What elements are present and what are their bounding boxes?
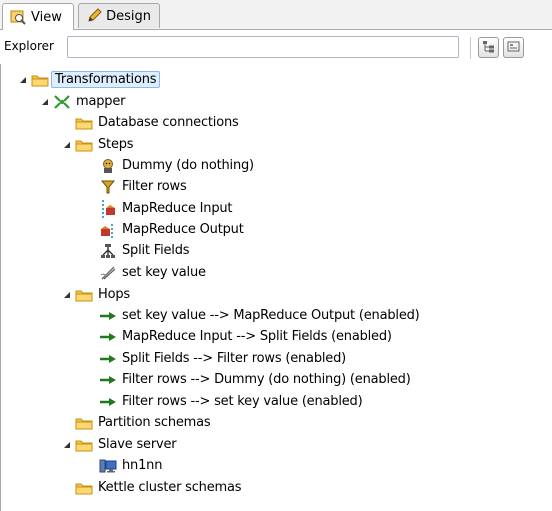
collapse-arrow-icon[interactable] [62, 440, 71, 449]
tree-node-label: mapper [76, 94, 126, 109]
step-item-label: Split Fields [122, 243, 190, 258]
tree-node-steps[interactable]: Steps [74, 134, 134, 155]
tree-node-partition-schemas[interactable]: Partition schemas [74, 412, 211, 433]
hop-arrow-icon [98, 393, 118, 411]
folder-icon [74, 479, 94, 497]
folder-icon [74, 114, 94, 132]
hop-item[interactable]: Split Fields --> Filter rows (enabled) [98, 348, 346, 369]
step-item-dummy[interactable]: Dummy (do nothing) [98, 155, 254, 176]
slave-server-item-label: hn1nn [122, 458, 163, 473]
slave-server-item-hn1nn[interactable]: hn1nn [98, 455, 162, 476]
explorer-tree: Transformations mapper Database connecti… [0, 64, 552, 511]
tab-view-label: View [31, 9, 62, 25]
folder-icon [30, 71, 50, 89]
hop-arrow-icon [98, 328, 118, 346]
tree-node-hops[interactable]: Hops [74, 284, 130, 305]
hop-item-label: Split Fields --> Filter rows (enabled) [122, 351, 347, 366]
tree-node-label: Database connections [98, 115, 239, 130]
folder-icon [74, 436, 94, 454]
step-item-label: Filter rows [122, 179, 187, 194]
tree-node-kettle-cluster-schemas[interactable]: Kettle cluster schemas [74, 477, 242, 498]
folder-icon [74, 414, 94, 432]
tree-node-label: Hops [98, 287, 130, 302]
hop-arrow-icon [98, 307, 118, 325]
expand-tree-button[interactable] [478, 37, 499, 58]
explorer-label: Explorer [4, 39, 54, 53]
step-item-label: MapReduce Output [122, 222, 244, 237]
hop-item[interactable]: Filter rows --> set key value (enabled) [98, 391, 363, 412]
hop-item-label: Filter rows --> set key value (enabled) [122, 394, 363, 409]
server-icon [98, 457, 118, 475]
hop-item-label: MapReduce Input --> Split Fields (enable… [122, 329, 392, 344]
tree-node-label: Slave server [98, 437, 177, 452]
tree-node-label: Partition schemas [98, 415, 211, 430]
hop-arrow-icon [98, 371, 118, 389]
collapse-arrow-icon[interactable] [62, 140, 71, 149]
filter-icon [98, 178, 118, 196]
tree-node-transformations[interactable]: Transformations [30, 69, 161, 90]
tab-design-label: Design [106, 8, 151, 24]
pencil-icon [85, 7, 102, 25]
tab-design[interactable]: Design [78, 3, 160, 28]
collapse-arrow-icon[interactable] [40, 97, 49, 106]
step-item-split-fields[interactable]: Split Fields [98, 240, 190, 261]
tab-bar: View Design [0, 0, 552, 30]
step-item-label: Dummy (do nothing) [122, 158, 254, 173]
step-item-set-key-value[interactable]: set key value [98, 262, 206, 283]
tree-node-slave-server[interactable]: Slave server [74, 434, 177, 455]
step-item-mapreduce-output[interactable]: MapReduce Output [98, 219, 244, 240]
step-item-mapreduce-input[interactable]: MapReduce Input [98, 198, 233, 219]
collapse-tree-button[interactable] [503, 37, 524, 58]
tree-node-mapper[interactable]: mapper [52, 91, 125, 112]
collapse-arrow-icon[interactable] [62, 290, 71, 299]
folder-icon [74, 286, 94, 304]
tab-view[interactable]: View [2, 3, 74, 30]
mapreduce-output-icon [98, 221, 118, 239]
hop-item[interactable]: MapReduce Input --> Split Fields (enable… [98, 326, 392, 347]
hop-item-label: Filter rows --> Dummy (do nothing) (enab… [122, 372, 411, 387]
hop-arrow-icon [98, 350, 118, 368]
mapreduce-input-icon [98, 199, 118, 218]
folder-icon [74, 136, 94, 154]
split-fields-icon [98, 242, 118, 260]
tree-node-label: Steps [98, 137, 134, 152]
tree-node-label: Kettle cluster schemas [98, 480, 242, 495]
collapse-tree-icon [507, 40, 520, 56]
explorer-search-input[interactable] [67, 36, 459, 58]
collapse-arrow-icon[interactable] [18, 75, 27, 84]
hop-item[interactable]: Filter rows --> Dummy (do nothing) (enab… [98, 369, 411, 390]
toolbar-separator [470, 37, 471, 59]
tree-node-label: Transformations [51, 71, 161, 88]
hop-item[interactable]: set key value --> MapReduce Output (enab… [98, 305, 420, 326]
transformation-icon [52, 93, 72, 111]
view-icon [9, 8, 27, 26]
explorer-bar: Explorer [0, 30, 552, 64]
hop-item-label: set key value --> MapReduce Output (enab… [122, 308, 420, 323]
expand-tree-icon [482, 40, 495, 56]
tree-node-database-connections[interactable]: Database connections [74, 112, 239, 133]
step-item-label: MapReduce Input [122, 201, 233, 216]
dummy-step-icon [98, 157, 118, 175]
step-item-filter-rows[interactable]: Filter rows [98, 176, 187, 197]
script-icon [98, 264, 118, 282]
step-item-label: set key value [122, 265, 206, 280]
